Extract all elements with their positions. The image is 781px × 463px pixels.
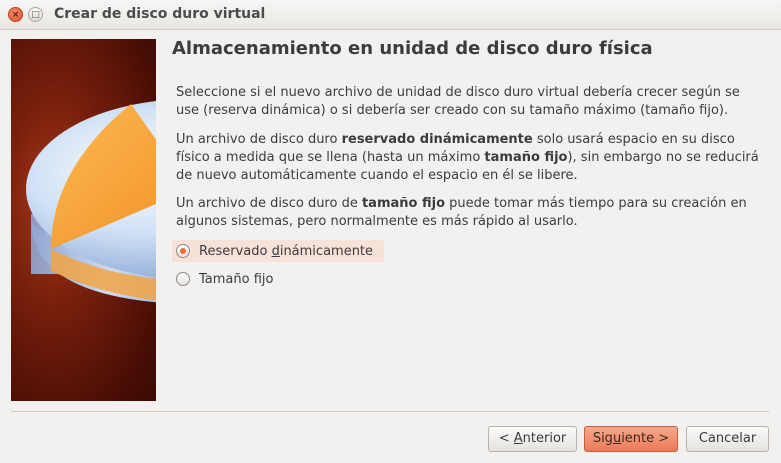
dynamic-explanation-paragraph: Un archivo de disco duro reservado dinám… [176, 132, 759, 183]
radio-checked-icon[interactable] [176, 244, 190, 258]
close-icon[interactable]: × [8, 7, 23, 22]
maximize-icon[interactable]: □ [28, 7, 43, 22]
window-title: Crear de disco duro virtual [54, 6, 266, 22]
title-bar: × □ Crear de disco duro virtual [0, 0, 781, 30]
back-button[interactable]: < Anterior [488, 426, 577, 452]
radio-label-dynamic: Reservado dinámicamente [199, 243, 374, 259]
radio-unchecked-icon[interactable] [176, 272, 190, 286]
page-heading: Almacenamiento en unidad de disco duro f… [172, 38, 653, 59]
next-button[interactable]: Siguiente > [584, 426, 678, 452]
description-paragraph: Seleccione si el nuevo archivo de unidad… [176, 85, 740, 118]
cancel-button[interactable]: Cancelar [686, 426, 769, 452]
fixed-explanation-paragraph: Un archivo de disco duro de tamaño fijo … [176, 196, 747, 229]
disk-pie-chart-icon [11, 39, 156, 401]
button-separator [11, 411, 769, 412]
radio-option-fixed[interactable]: Tamaño fijo [172, 268, 279, 290]
radio-label-fixed: Tamaño fijo [199, 271, 274, 287]
radio-option-dynamic[interactable]: Reservado dinámicamente [172, 240, 384, 262]
